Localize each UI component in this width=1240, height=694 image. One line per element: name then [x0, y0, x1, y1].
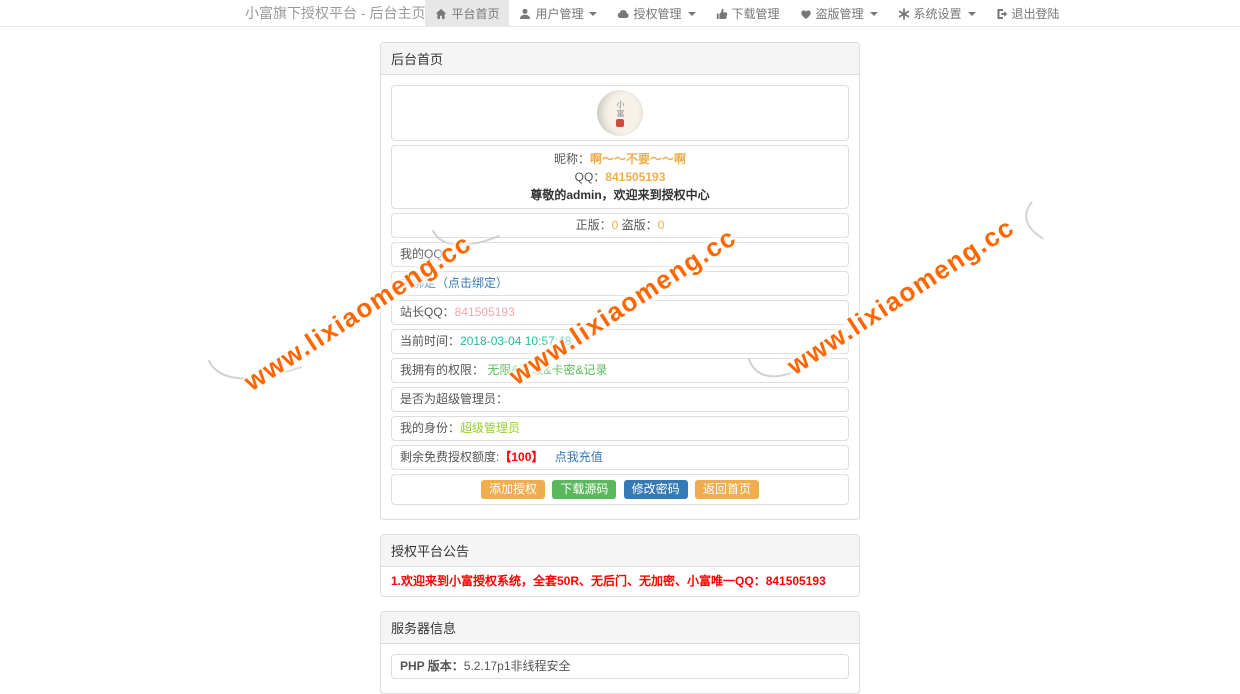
nav-item-label: 下载管理 [732, 5, 780, 22]
notice-panel-body: 1.欢迎来到小富授权系统，全套50R、无后门、无加密、小富唯一QQ：841505… [381, 567, 859, 596]
notice-panel: 授权平台公告 1.欢迎来到小富授权系统，全套50R、无后门、无加密、小富唯一QQ… [380, 534, 860, 597]
server-panel: 服务器信息 PHP 版本：5.2.17p1非线程安全 [380, 611, 860, 694]
user-icon [519, 8, 531, 20]
nav-item-label: 退出登陆 [1012, 5, 1060, 22]
current-time-row: 当前时间：2018-03-04 10:57:48 [391, 329, 849, 354]
notice-text: 1.欢迎来到小富授权系统，全套50R、无后门、无加密、小富唯一QQ：841505… [391, 574, 849, 589]
server-panel-body: PHP 版本：5.2.17p1非线程安全 [381, 644, 859, 693]
row-label: 我的QQ： [400, 247, 455, 261]
action-buttons-row: 添加授权 下载源码 修改密码 返回首页 [391, 474, 849, 505]
nav-item-label: 平台首页 [451, 5, 499, 22]
identity-row: 我的身份：超级管理员 [391, 416, 849, 441]
cloud-icon [617, 8, 629, 20]
nav-item-platform-home[interactable]: 平台首页 [425, 0, 509, 27]
nickname-line: 昵称：啊～～不要～～啊 [396, 150, 844, 168]
brand-title: 小富旗下授权平台 - 后台主页 [245, 0, 425, 27]
watermark-curl-icon [1013, 198, 1054, 246]
thumbs-up-icon [716, 8, 728, 20]
nav-item-label: 系统设置 [914, 5, 962, 22]
avatar: 小富 [597, 90, 643, 136]
php-version-row: PHP 版本：5.2.17p1非线程安全 [391, 654, 849, 679]
asterisk-icon [898, 8, 910, 20]
qq-value: 841505193 [605, 170, 665, 184]
recharge-link[interactable]: 点我充值 [555, 450, 603, 464]
main-content: 后台首页 小富 昵称：啊～～不要～～啊 QQ：841505193 尊敬的admi… [380, 42, 860, 694]
stats-row: 正版：0 盗版：0 [391, 213, 849, 238]
nav-item-system-settings[interactable]: 系统设置 [888, 0, 986, 27]
profile-row: 昵称：啊～～不要～～啊 QQ：841505193 尊敬的admin，欢迎来到授权… [391, 145, 849, 209]
notice-panel-title: 授权平台公告 [381, 535, 859, 567]
watermark-curl-icon [205, 355, 305, 385]
row-label: 当前时间： [400, 334, 460, 348]
nickname-value: 啊～～不要～～啊 [590, 152, 686, 166]
navbar-container: 小富旗下授权平台 - 后台主页 平台首页 用户管理 授权管理 [245, 0, 995, 27]
avatar-text: 小富 [616, 100, 624, 118]
pirate-value: 0 [658, 218, 665, 232]
pirate-label: 盗版： [622, 218, 658, 232]
avatar-seal-icon [616, 119, 624, 127]
server-panel-title: 服务器信息 [381, 612, 859, 644]
home-panel-body: 小富 昵称：啊～～不要～～啊 QQ：841505193 尊敬的admin，欢迎来… [381, 75, 859, 519]
nav-item-label: 授权管理 [633, 5, 681, 22]
avatar-row: 小富 [391, 85, 849, 141]
genuine-value: 0 [612, 218, 619, 232]
qq-label: QQ： [575, 170, 606, 184]
home-panel: 后台首页 小富 昵称：啊～～不要～～啊 QQ：841505193 尊敬的admi… [380, 42, 860, 520]
chevron-down-icon [870, 12, 878, 16]
row-value: 无限&获取&卡密&记录 [487, 363, 607, 377]
add-auth-button[interactable]: 添加授权 [481, 480, 545, 499]
nav-item-logout[interactable]: 退出登陆 [986, 0, 1070, 27]
back-home-button[interactable]: 返回首页 [695, 480, 759, 499]
my-qq-row: 我的QQ： [391, 242, 849, 267]
chevron-down-icon [968, 12, 976, 16]
quota-row: 剩余免费授权额度:【100】 点我充值 [391, 445, 849, 470]
navbar: 小富旗下授权平台 - 后台主页 平台首页 用户管理 授权管理 [0, 0, 1240, 27]
home-icon [435, 8, 447, 20]
row-label: 是否为超级管理员： [400, 392, 508, 406]
chevron-down-icon [688, 12, 696, 16]
genuine-label: 正版： [576, 218, 612, 232]
row-value: 841505193 [455, 305, 515, 319]
php-version-label: PHP 版本： [400, 659, 464, 673]
download-source-button[interactable]: 下载源码 [552, 480, 616, 499]
nav-item-label: 盗版管理 [816, 5, 864, 22]
row-value: 2018-03-04 10:57:48 [460, 334, 571, 348]
qq-line: QQ：841505193 [396, 168, 844, 186]
nav-item-user-management[interactable]: 用户管理 [509, 0, 607, 27]
nav-item-download-management[interactable]: 下载管理 [706, 0, 790, 27]
change-password-button[interactable]: 修改密码 [624, 480, 688, 499]
nav-item-label: 用户管理 [535, 5, 583, 22]
quota-label: 剩余免费授权额度: [400, 450, 499, 464]
row-label: 我拥有的权限： [400, 363, 487, 377]
php-version-value: 5.2.17p1非线程安全 [464, 659, 571, 673]
row-label: 站长QQ： [400, 305, 455, 319]
super-admin-row: 是否为超级管理员： [391, 387, 849, 412]
row-label: 我的身份： [400, 421, 460, 435]
heart-icon [800, 8, 812, 20]
main-nav: 平台首页 用户管理 授权管理 下载管理 [425, 0, 1069, 27]
row-value: 超级管理员 [460, 421, 520, 435]
quota-value: 【100】 [499, 450, 543, 464]
bind-link[interactable]: 未绑定（点击绑定） [400, 276, 508, 290]
welcome-message: 尊敬的admin，欢迎来到授权中心 [396, 186, 844, 204]
nickname-label: 昵称： [554, 152, 590, 166]
webmaster-qq-row: 站长QQ：841505193 [391, 300, 849, 325]
nav-item-piracy-management[interactable]: 盗版管理 [790, 0, 888, 27]
nav-item-auth-management[interactable]: 授权管理 [607, 0, 705, 27]
home-panel-title: 后台首页 [381, 43, 859, 75]
logout-icon [996, 8, 1008, 20]
permissions-row: 我拥有的权限： 无限&获取&卡密&记录 [391, 358, 849, 383]
bind-row: 未绑定（点击绑定） [391, 271, 849, 296]
chevron-down-icon [589, 12, 597, 16]
